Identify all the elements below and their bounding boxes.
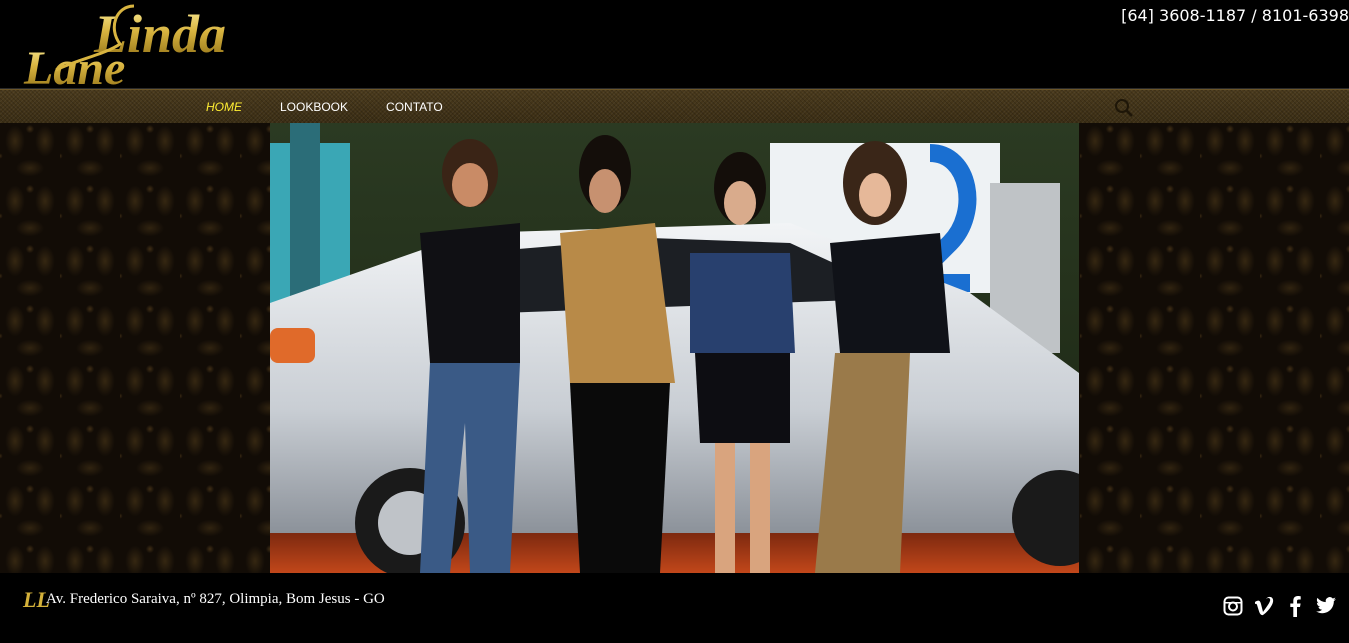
- page: Linda Lane [64] 3608-1187 / 8101-6398 HO…: [0, 0, 1349, 643]
- nav-lookbook[interactable]: LOOKBOOK: [280, 100, 348, 114]
- footer-address: Av. Frederico Saraiva, nº 827, Olimpia, …: [46, 591, 385, 607]
- hero-photo: [270, 123, 1079, 573]
- facebook-icon[interactable]: [1284, 595, 1306, 617]
- site-footer: LL Av. Frederico Saraiva, nº 827, Olimpi…: [0, 573, 1349, 643]
- twitter-icon[interactable]: [1315, 595, 1337, 617]
- phone-number: [64] 3608-1187 / 8101-6398: [1121, 6, 1349, 25]
- site-logo[interactable]: Linda Lane: [16, 0, 356, 88]
- vimeo-icon[interactable]: [1253, 595, 1275, 617]
- site-header: Linda Lane [64] 3608-1187 / 8101-6398: [0, 0, 1349, 89]
- search-icon[interactable]: [1114, 98, 1134, 118]
- social-links: [1213, 595, 1337, 617]
- logo-graphic: Linda Lane: [23, 4, 226, 88]
- main-nav: HOME LOOKBOOK CONTATO: [206, 90, 481, 124]
- main-nav-bar: HOME LOOKBOOK CONTATO: [0, 89, 1349, 125]
- instagram-icon[interactable]: [1222, 595, 1244, 617]
- nav-contato[interactable]: CONTATO: [386, 100, 443, 114]
- content-area: [0, 123, 1349, 573]
- nav-home[interactable]: HOME: [206, 100, 242, 114]
